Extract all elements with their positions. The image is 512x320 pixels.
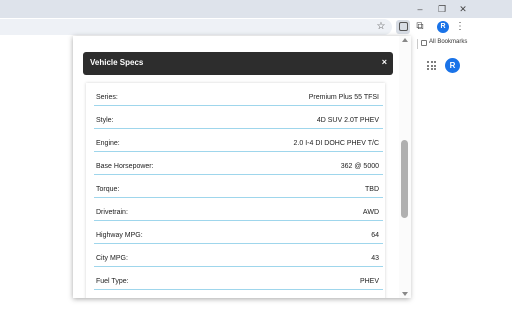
address-bar[interactable]: [0, 19, 392, 35]
spec-value: 2.0 I-4 DI DOHC PHEV T/C: [293, 140, 379, 147]
scroll-up-arrow-icon[interactable]: [402, 38, 408, 42]
spec-label: Torque:: [96, 186, 120, 193]
bookmarks-divider: [417, 39, 418, 49]
profile-avatar[interactable]: R: [437, 21, 449, 33]
spec-value: 4D SUV 2.0T PHEV: [316, 117, 379, 124]
spec-row-engine: Engine: 2.0 I-4 DI DOHC PHEV T/C: [94, 129, 383, 152]
apps-grid-icon[interactable]: [427, 61, 436, 70]
spec-value: TBD: [365, 186, 379, 193]
spec-value: 362 @ 5000: [340, 163, 379, 170]
extension-glyph-icon: [398, 22, 408, 31]
spec-value: PHEV: [359, 278, 379, 285]
folder-icon: [421, 40, 427, 46]
spec-label: Series:: [96, 94, 118, 101]
extensions-puzzle-icon[interactable]: ⧉: [413, 20, 427, 34]
spec-label: Highway MPG:: [96, 232, 143, 239]
spec-row-highway-mpg: Highway MPG: 64: [94, 221, 383, 244]
scroll-thumb[interactable]: [401, 140, 408, 218]
close-icon[interactable]: ✕: [457, 3, 469, 15]
popup-scrollbar[interactable]: [399, 36, 411, 298]
spec-label: City MPG:: [96, 255, 128, 262]
spec-row-series: Series: Premium Plus 55 TFSI: [94, 83, 383, 106]
google-account-avatar[interactable]: R: [445, 58, 460, 73]
chrome-menu-icon[interactable]: ⋮: [453, 20, 467, 34]
specs-card: Series: Premium Plus 55 TFSI Style: 4D S…: [86, 83, 385, 298]
spec-label: Style:: [96, 117, 114, 124]
spec-label: Drivetrain:: [96, 209, 128, 216]
spec-row-style: Style: 4D SUV 2.0T PHEV: [94, 106, 383, 129]
vehicle-specs-popup: Vehicle Specs × Series: Premium Plus 55 …: [73, 36, 410, 298]
spec-value: Premium Plus 55 TFSI: [308, 94, 379, 101]
minimize-icon[interactable]: –: [414, 3, 426, 15]
browser-toolbar: ☆ ⧉ R ⋮: [0, 18, 512, 36]
spec-row-drivetrain: Drivetrain: AWD: [94, 198, 383, 221]
scroll-down-arrow-icon[interactable]: [402, 292, 408, 296]
popup-header: Vehicle Specs ×: [83, 52, 393, 75]
spec-row-base-horsepower: Base Horsepower: 362 @ 5000: [94, 152, 383, 175]
bookmark-star-icon[interactable]: ☆: [374, 20, 388, 34]
spec-value: AWD: [362, 209, 379, 216]
all-bookmarks-link[interactable]: All Bookmarks: [429, 39, 467, 45]
popup-close-button[interactable]: ×: [382, 57, 387, 68]
spec-row-city-mpg: City MPG: 43: [94, 244, 383, 267]
spec-label: Fuel Type:: [96, 278, 129, 285]
browser-title-bar: – ❐ ✕: [0, 0, 512, 18]
spec-row-fuel-type: Fuel Type: PHEV: [94, 267, 383, 290]
spec-label: Base Horsepower:: [96, 163, 154, 170]
maximize-icon[interactable]: ❐: [436, 3, 448, 15]
popup-title: Vehicle Specs: [90, 58, 144, 67]
spec-value: 43: [371, 255, 379, 262]
spec-row-torque: Torque: TBD: [94, 175, 383, 198]
spec-label: Engine:: [96, 140, 120, 147]
spec-value: 64: [371, 232, 379, 239]
vehicle-specs-extension-icon[interactable]: [396, 20, 410, 34]
